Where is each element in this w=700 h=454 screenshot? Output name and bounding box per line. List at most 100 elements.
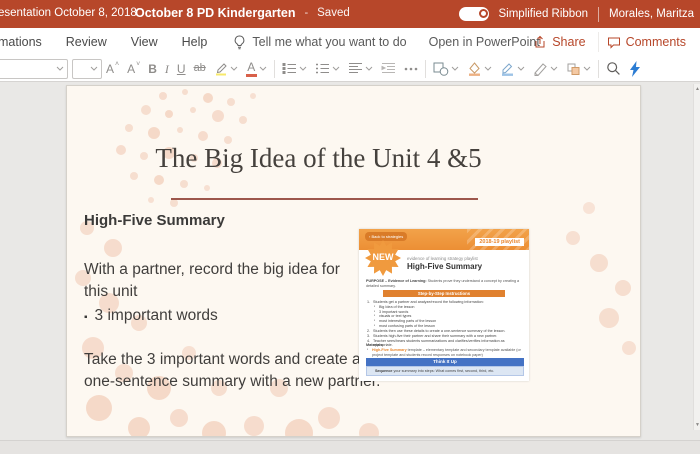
user-name[interactable]: Morales, Maritza — [609, 8, 694, 20]
toolbar-divider — [425, 60, 426, 78]
open-in-powerpoint-button[interactable]: Open in PowerPoint — [429, 35, 540, 49]
chevron-down-icon — [230, 66, 238, 71]
tab-review[interactable]: Review — [54, 28, 119, 56]
search-icon — [606, 61, 621, 76]
grow-font-icon: A — [106, 63, 114, 75]
bullets-icon — [282, 62, 297, 75]
chevron-down-icon — [583, 66, 591, 71]
bold-button[interactable]: B — [144, 58, 161, 80]
arrange-button[interactable] — [562, 58, 595, 80]
document-title[interactable]: October 8 PD Kindergarten — [135, 6, 295, 20]
handout-think-band: Think It Up — [366, 358, 524, 366]
formatting-toolbar: A˄ A˅ B I U ab A — [0, 56, 700, 82]
purpose-label: PURPOSE – Evidence of Learning: — [366, 279, 427, 283]
font-color-button[interactable]: A — [242, 58, 271, 80]
chevron-down-icon — [451, 66, 459, 71]
bullet-square-icon: ▪ — [84, 312, 88, 323]
numbering-button[interactable] — [311, 58, 344, 80]
simplified-ribbon-toggle[interactable] — [459, 7, 489, 21]
tab-help[interactable]: Help — [170, 28, 220, 56]
underline-button[interactable]: U — [173, 58, 190, 80]
font-size-select[interactable] — [72, 59, 102, 79]
underline-icon: U — [177, 63, 186, 75]
app-titlebar: esentation October 8, 2018 October 8 PD … — [0, 0, 700, 28]
tab-view[interactable]: View — [119, 28, 170, 56]
handout-think-item: Sequence your summary into steps: What c… — [366, 366, 524, 376]
find-button[interactable] — [602, 58, 625, 80]
highlight-color-button[interactable] — [210, 58, 242, 80]
shape-effects-icon — [533, 62, 548, 76]
scroll-up-icon[interactable]: ▲ — [694, 84, 700, 94]
highlighter-icon — [214, 61, 228, 76]
vertical-scrollbar[interactable]: ▲ ▼ — [693, 84, 700, 430]
indent-button[interactable] — [377, 58, 400, 80]
comments-icon — [607, 35, 621, 49]
italic-button[interactable]: I — [161, 58, 173, 80]
scroll-down-icon[interactable]: ▼ — [694, 420, 700, 430]
grow-font-button[interactable]: A˄ — [102, 58, 123, 80]
handout-playlist-tag: 2018-19 playlist — [475, 238, 524, 246]
shape-outline-icon — [500, 61, 515, 76]
new-badge: NEW — [365, 240, 401, 276]
align-icon — [348, 62, 363, 75]
shape-fill-icon — [467, 61, 482, 76]
slide-image-high-five-handout[interactable]: Back to strategies 2018-19 playlist NEW … — [359, 229, 529, 381]
insert-shapes-button[interactable] — [429, 58, 463, 80]
align-button[interactable] — [344, 58, 377, 80]
font-color-swatch — [246, 74, 257, 77]
bullet-text: 3 important words — [95, 307, 218, 324]
font-name-select[interactable] — [0, 59, 68, 79]
handout-eyebrow: evidence of learning strategy playlist — [407, 256, 478, 261]
chevron-down-icon — [332, 66, 340, 71]
toolbar-divider — [598, 60, 599, 78]
slide-heading[interactable]: High-Five Summary — [84, 212, 225, 229]
share-label: Share — [552, 35, 585, 49]
slide-paragraph-1[interactable]: With a partner, record the big idea for … — [84, 259, 368, 303]
title-separator: - — [304, 7, 308, 19]
handout-steps-list: Students get a partner and analyze/recor… — [366, 300, 524, 348]
handout-step: Teacher sees/hears students summarizatio… — [366, 339, 524, 349]
handout-title: High-Five Summary — [407, 262, 482, 271]
lightning-bolt-icon — [629, 61, 641, 77]
share-button[interactable]: Share — [525, 32, 593, 52]
chevron-down-icon — [550, 66, 558, 71]
tell-me-label: Tell me what you want to do — [252, 35, 406, 49]
shape-outline-button[interactable] — [496, 58, 529, 80]
comments-button[interactable]: Comments — [598, 32, 694, 52]
shape-fill-button[interactable] — [463, 58, 496, 80]
editing-workspace: The Big Idea of the Unit 4 &5 High-Five … — [0, 82, 700, 440]
tell-me-box[interactable]: Tell me what you want to do — [233, 35, 406, 50]
chevron-down-icon — [299, 66, 307, 71]
designer-button[interactable] — [625, 58, 645, 80]
ribbon-tab-row: mations Review View Help Tell me what yo… — [0, 28, 700, 56]
slide-paragraph-2[interactable]: Take the 3 important words and create a … — [84, 349, 384, 393]
shapes-icon — [433, 62, 449, 76]
titlebar-divider — [598, 7, 599, 22]
bold-icon: B — [148, 63, 157, 75]
arrange-icon — [566, 62, 581, 76]
indent-icon — [381, 62, 396, 75]
slide-bullet-item[interactable]: ▪ 3 important words — [84, 307, 218, 325]
italic-icon: I — [165, 63, 169, 75]
save-status: Saved — [317, 7, 350, 19]
status-bar — [0, 440, 700, 454]
file-name-partial: esentation October 8, 2018 — [0, 7, 137, 19]
shrink-font-icon: A — [127, 63, 135, 75]
shape-effects-button[interactable] — [529, 58, 562, 80]
numbering-icon — [315, 62, 330, 75]
slide-title[interactable]: The Big Idea of the Unit 4 &5 — [67, 143, 570, 174]
chevron-down-icon — [56, 66, 64, 71]
shrink-font-button[interactable]: A˅ — [123, 58, 144, 80]
handout-purpose: PURPOSE – Evidence of Learning: Students… — [366, 279, 523, 289]
think-bold: Sequence — [375, 369, 392, 373]
strikethrough-button[interactable]: ab — [190, 58, 210, 80]
chevron-down-icon — [484, 66, 492, 71]
more-options-button[interactable] — [400, 58, 422, 80]
slide-canvas[interactable]: The Big Idea of the Unit 4 &5 High-Five … — [66, 85, 641, 437]
think-text: your summary into steps: What comes firs… — [392, 369, 494, 373]
handout-instructions-band: Step-by-Step Instructions — [383, 290, 505, 297]
bullets-button[interactable] — [278, 58, 311, 80]
lightbulb-icon — [233, 35, 246, 50]
new-badge-label: NEW — [365, 252, 401, 262]
tab-animations[interactable]: mations — [0, 28, 54, 56]
